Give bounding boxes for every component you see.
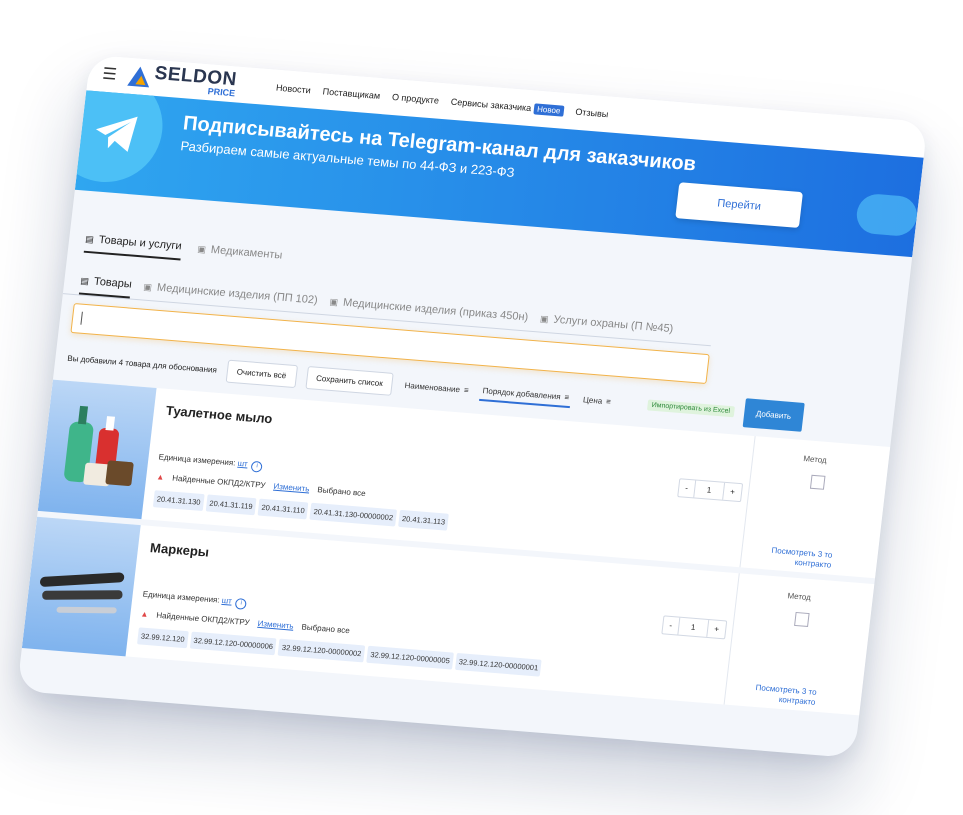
method-panel: Метод Посмотреть 3 то контракто (739, 436, 846, 575)
box-icon: ▤ (79, 275, 90, 286)
logo-icon (127, 65, 152, 88)
medkit-icon: ▣ (196, 243, 207, 254)
sort-icon: ≡ (564, 392, 570, 402)
product-image (21, 516, 141, 657)
added-count-text: Вы добавили 4 товара для обоснования (67, 353, 218, 375)
unit-link[interactable]: шт (237, 459, 248, 469)
tab-security-services[interactable]: ▣ Услуги охраны (П №45) (539, 312, 674, 343)
info-icon[interactable]: i (250, 460, 264, 473)
increment-button[interactable]: + (723, 483, 742, 501)
okpd-code[interactable]: 20.41.31.130-00000002 (309, 502, 398, 527)
tab-goods[interactable]: ▤ Товары (78, 274, 133, 299)
sort-icon: ≡ (605, 396, 612, 406)
menu-icon[interactable]: ☰ (101, 64, 117, 85)
selected-all-text: Выбрано все (301, 622, 351, 636)
product-image (37, 379, 157, 520)
sort-by-name[interactable]: Наименование ≡ (402, 376, 472, 398)
okpd-code[interactable]: 20.41.31.113 (398, 509, 450, 531)
telegram-icon (74, 90, 169, 187)
view-contracts-link[interactable]: Посмотреть 3 то контракто (729, 681, 817, 709)
unit-row: Единица измерения: шт i (158, 452, 264, 473)
change-link[interactable]: Изменить (273, 482, 310, 494)
product-title: Маркеры (149, 540, 210, 560)
unit-link[interactable]: шт (221, 596, 232, 606)
sort-by-price[interactable]: Цена ≡ (580, 391, 614, 410)
okpd-code[interactable]: 32.99.12.120 (136, 627, 189, 649)
okpd-code[interactable]: 32.99.12.120-00000006 (189, 631, 277, 656)
sort-icon: ≡ (463, 385, 470, 395)
add-button[interactable]: Добавить (742, 397, 805, 432)
okpd-code[interactable]: 32.99.12.120-00000001 (454, 652, 543, 677)
medkit-icon: ▣ (539, 313, 550, 324)
okpd-code[interactable]: 20.41.31.119 (205, 494, 257, 516)
nav-suppliers[interactable]: Поставщикам (322, 86, 381, 101)
nav-news[interactable]: Новости (275, 83, 311, 96)
okpd-codes: 20.41.31.130 20.41.31.119 20.41.31.110 2… (152, 490, 450, 531)
quantity-stepper: - 1 + (661, 615, 728, 640)
quantity-value[interactable]: 1 (692, 480, 726, 500)
import-excel-button[interactable]: Импортировать из Excel (647, 398, 735, 417)
method-label: Метод (802, 454, 828, 465)
medkit-icon: ▣ (143, 281, 153, 292)
clear-all-button[interactable]: Очистить всё (225, 359, 298, 388)
okpd-code[interactable]: 20.41.31.110 (257, 498, 309, 520)
okpd-codes: 32.99.12.120 32.99.12.120-00000006 32.99… (136, 627, 543, 677)
nav-about[interactable]: О продукте (391, 92, 439, 106)
sort-by-order[interactable]: Порядок добавления ≡ (479, 381, 573, 408)
product-title: Туалетное мыло (165, 402, 274, 427)
okpd-code[interactable]: 32.99.12.120-00000002 (278, 638, 366, 663)
quantity-value[interactable]: 1 (677, 617, 710, 637)
increment-button[interactable]: + (707, 620, 726, 638)
banner-decoration (854, 192, 920, 238)
method-checkbox[interactable] (809, 474, 826, 490)
method-label: Метод (786, 591, 812, 603)
selected-all-text: Выбрано все (316, 485, 367, 499)
okpd-code[interactable]: 20.41.31.130 (152, 490, 205, 512)
nav-reviews[interactable]: Отзывы (575, 107, 609, 120)
method-panel: Метод Посмотреть 3 то контракто (723, 573, 830, 712)
warning-icon: ▲ (139, 609, 149, 620)
tab-med-devices-102[interactable]: ▣ Медицинские изделия (ПП 102) (142, 280, 318, 314)
logo[interactable]: SELDON PRICE (127, 62, 238, 98)
app-window: ☰ SELDON PRICE Новости Поставщикам О про… (16, 54, 928, 759)
quantity-stepper: - 1 + (677, 478, 743, 503)
box-icon: ▤ (84, 233, 95, 244)
warning-icon: ▲ (155, 472, 165, 482)
okpd-code[interactable]: 32.99.12.120-00000005 (366, 645, 454, 670)
save-list-button[interactable]: Сохранить список (304, 365, 395, 396)
unit-row: Единица измерения: шт i (142, 590, 248, 610)
info-icon[interactable]: i (235, 598, 248, 610)
new-badge: Новое (533, 103, 565, 117)
method-checkbox[interactable] (794, 611, 810, 627)
text-caret (80, 311, 83, 325)
nav-customer-services[interactable]: Сервисы заказчика Новое (450, 97, 565, 117)
change-link[interactable]: Изменить (257, 619, 294, 631)
view-contracts-link[interactable]: Посмотреть 3 то контракто (745, 544, 833, 572)
banner-go-button[interactable]: Перейти (675, 182, 803, 228)
medkit-icon: ▣ (329, 296, 339, 307)
